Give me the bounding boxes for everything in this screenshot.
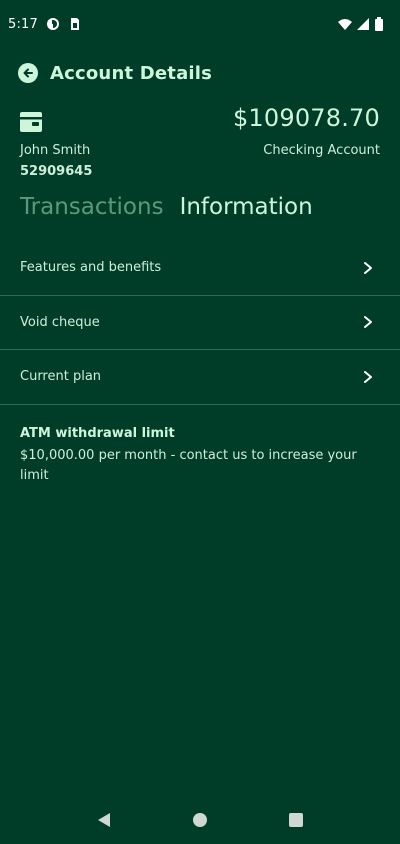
status-bar: 5:17 [0,0,400,48]
back-arrow-icon [22,67,34,79]
circle-status-icon [46,17,60,31]
menu-item-label: Features and benefits [20,260,162,276]
chevron-right-icon [362,370,374,384]
nav-recents-button[interactable] [286,810,306,830]
status-right [338,17,388,31]
page-title: Account Details [50,62,213,84]
chevron-right-icon [362,261,374,275]
atm-limit-text: $10,000.00 per month - contact us to inc… [20,448,357,483]
menu-item-current-plan[interactable]: Current plan [0,350,400,405]
atm-limit-section: ATM withdrawal limit $10,000.00 per mont… [20,426,380,486]
account-type: Checking Account [263,143,380,158]
back-triangle-icon [97,812,111,828]
tab-information[interactable]: Information [180,194,313,220]
status-time: 5:17 [8,16,38,32]
info-menu-list: Features and benefits Void cheque Curren… [0,241,400,405]
chevron-right-icon [362,315,374,329]
signal-icon [356,17,370,31]
recents-square-icon [289,813,303,827]
app-header: Account Details [18,60,212,86]
sim-card-icon [68,17,82,31]
nav-home-button[interactable] [190,810,210,830]
menu-item-label: Current plan [20,369,102,385]
tab-bar: Transactions Information [20,194,313,220]
account-holder-name: John Smith [20,143,91,158]
home-circle-icon [192,812,208,828]
system-nav-bar [0,796,400,844]
back-button[interactable] [18,63,38,83]
tab-transactions[interactable]: Transactions [20,194,164,220]
atm-limit-title: ATM withdrawal limit [20,426,175,441]
status-left: 5:17 [8,17,82,32]
menu-item-features-and-benefits[interactable]: Features and benefits [0,241,400,296]
nav-back-button[interactable] [94,810,114,830]
account-summary: John Smith 52909645 $109078.70 Checking … [20,104,380,184]
menu-item-void-cheque[interactable]: Void cheque [0,296,400,350]
battery-icon [374,17,388,31]
account-balance: $109078.70 [232,104,380,132]
wallet-icon [20,112,42,132]
menu-item-label: Void cheque [20,314,100,330]
account-number: 52909645 [20,164,93,179]
wifi-icon [338,17,352,31]
